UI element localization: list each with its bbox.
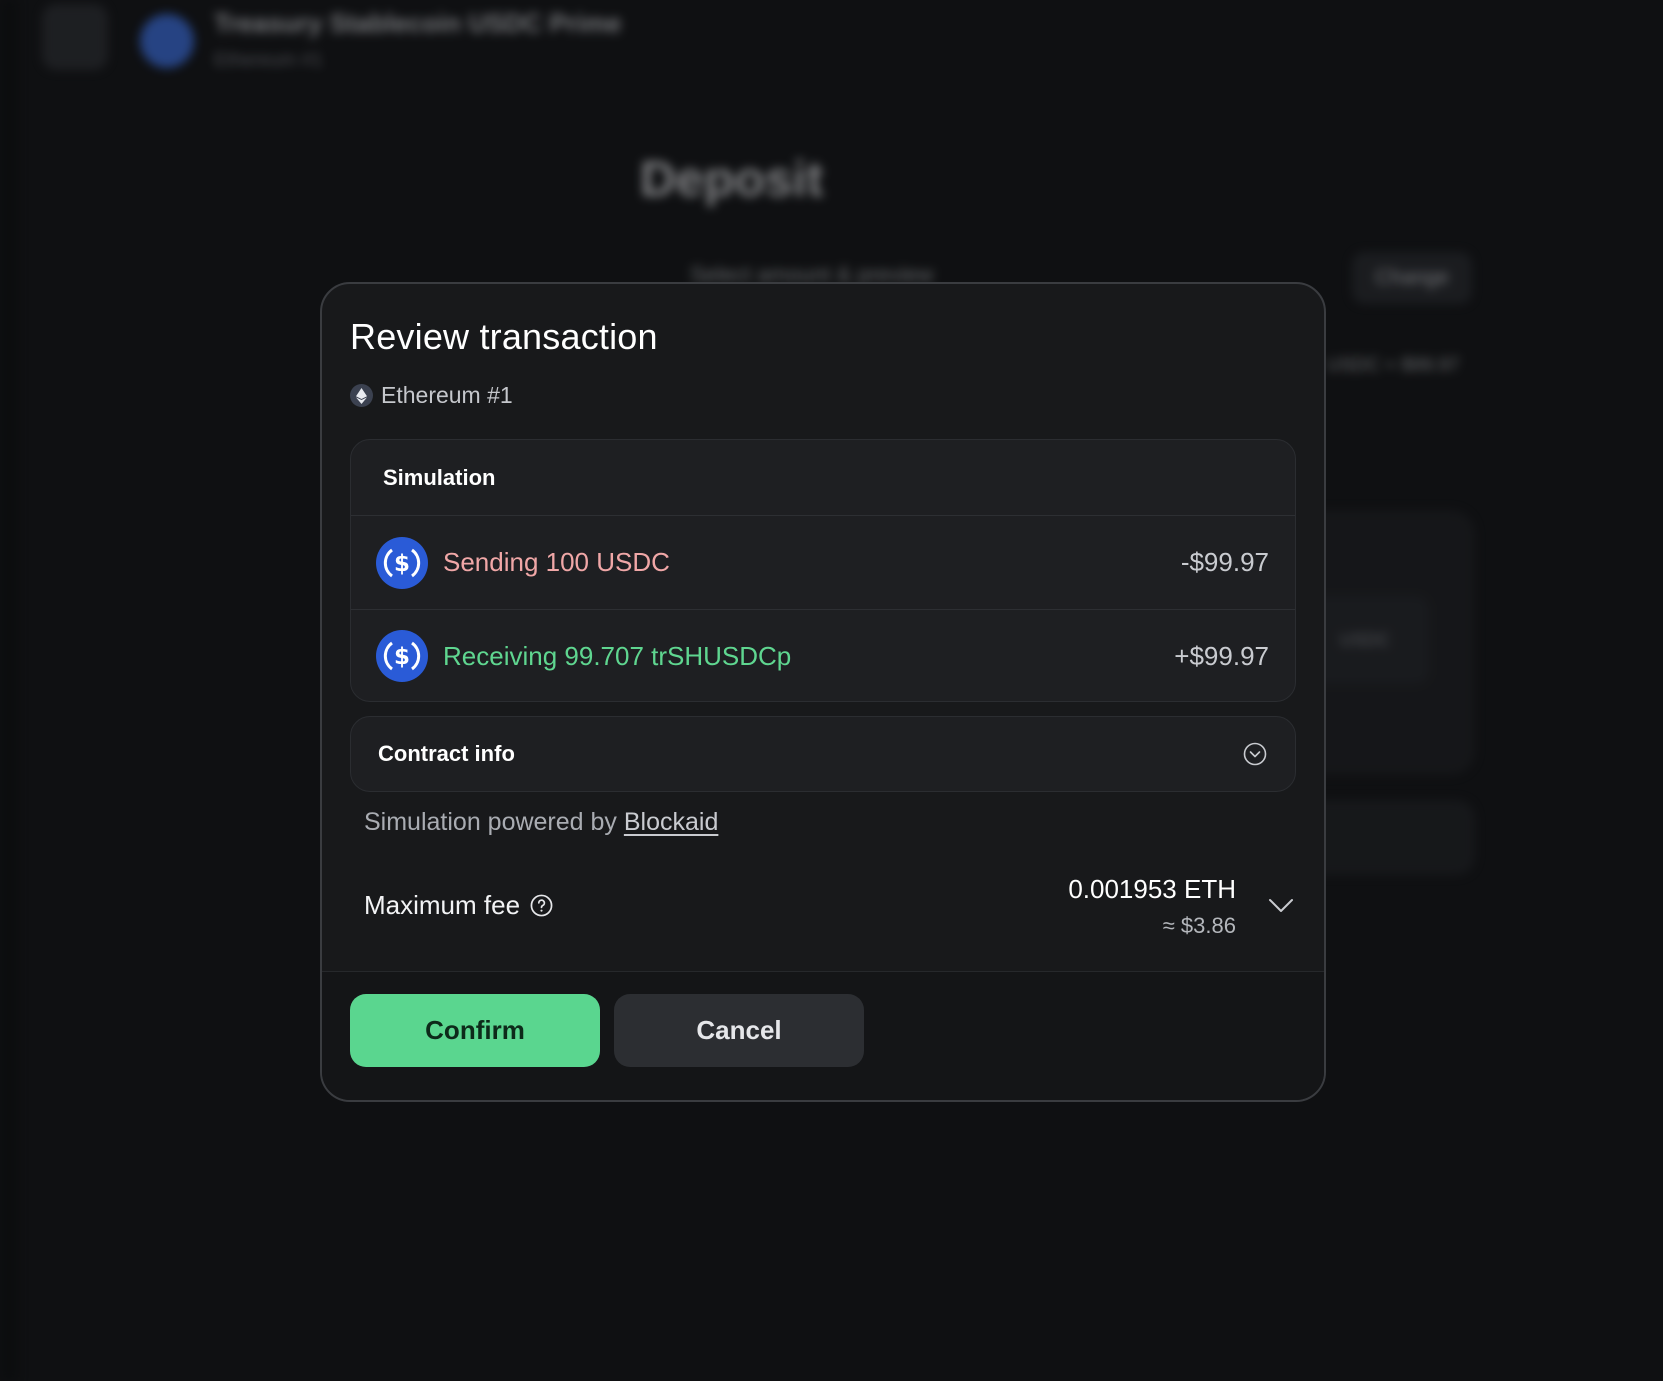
max-fee-eth: 0.001953 ETH (1068, 874, 1236, 904)
simulation-card: Simulation $ Sending 100 USDC -$99.97 $ (350, 439, 1296, 702)
sidebar (0, 0, 18, 1381)
amount-chip: USDC ≈ $99.97 (1326, 355, 1460, 376)
vault-subtitle: Ethereum #1 (214, 50, 323, 71)
receiving-label: Receiving 99.707 trSHUSDCp (443, 640, 792, 671)
change-button: Change (1352, 252, 1472, 304)
svg-text:$: $ (394, 551, 410, 577)
svg-text:$: $ (394, 644, 410, 670)
sending-label: Sending 100 USDC (443, 547, 670, 577)
receiving-amount: +$99.97 (1174, 640, 1269, 671)
powered-by-prefix: Simulation powered by (364, 808, 624, 836)
simulation-row-receiving: $ Receiving 99.707 trSHUSDCp +$99.97 (351, 609, 1295, 701)
simulation-powered-by: Simulation powered by Blockaid (364, 808, 718, 837)
cancel-button[interactable]: Cancel (614, 994, 864, 1067)
account-name: Ethereum #1 (381, 382, 513, 408)
blockaid-link[interactable]: Blockaid (624, 808, 719, 836)
usdc-coin-icon: $ (376, 630, 428, 682)
max-fee-label: Maximum fee (364, 890, 521, 920)
help-icon[interactable] (530, 894, 553, 917)
simulation-header: Simulation (351, 440, 1295, 516)
ethereum-icon (350, 384, 373, 407)
vault-title: Treasury Stablecoin USDC Prime (214, 8, 622, 38)
modal-title: Review transaction (350, 316, 658, 357)
max-fee-usd: ≈ $3.86 (1162, 913, 1236, 938)
usdc-coin-icon: $ (376, 536, 428, 589)
screen: Treasury Stablecoin USDC Prime Ethereum … (0, 0, 1663, 1381)
review-transaction-modal: Review transaction Ethereum #1 Simulatio… (320, 282, 1326, 1102)
chevron-down-icon[interactable] (1268, 896, 1294, 914)
modal-footer: Confirm Cancel (322, 972, 1324, 1100)
max-fee-value: 0.001953 ETH ≈ $3.86 (1068, 874, 1236, 939)
max-fee-label-row: Maximum fee (364, 890, 553, 921)
simulation-row-sending: $ Sending 100 USDC -$99.97 (351, 516, 1295, 609)
vault-avatar (140, 14, 194, 68)
chevron-down-circle-icon (1243, 742, 1267, 766)
account-row: Ethereum #1 (350, 382, 513, 409)
page-heading: Deposit (640, 151, 824, 207)
contract-info-toggle[interactable]: Contract info (350, 716, 1296, 792)
contract-info-label: Contract info (378, 741, 515, 766)
confirm-button[interactable]: Confirm (350, 994, 600, 1067)
back-button (42, 4, 108, 70)
sending-amount: -$99.97 (1180, 547, 1269, 577)
